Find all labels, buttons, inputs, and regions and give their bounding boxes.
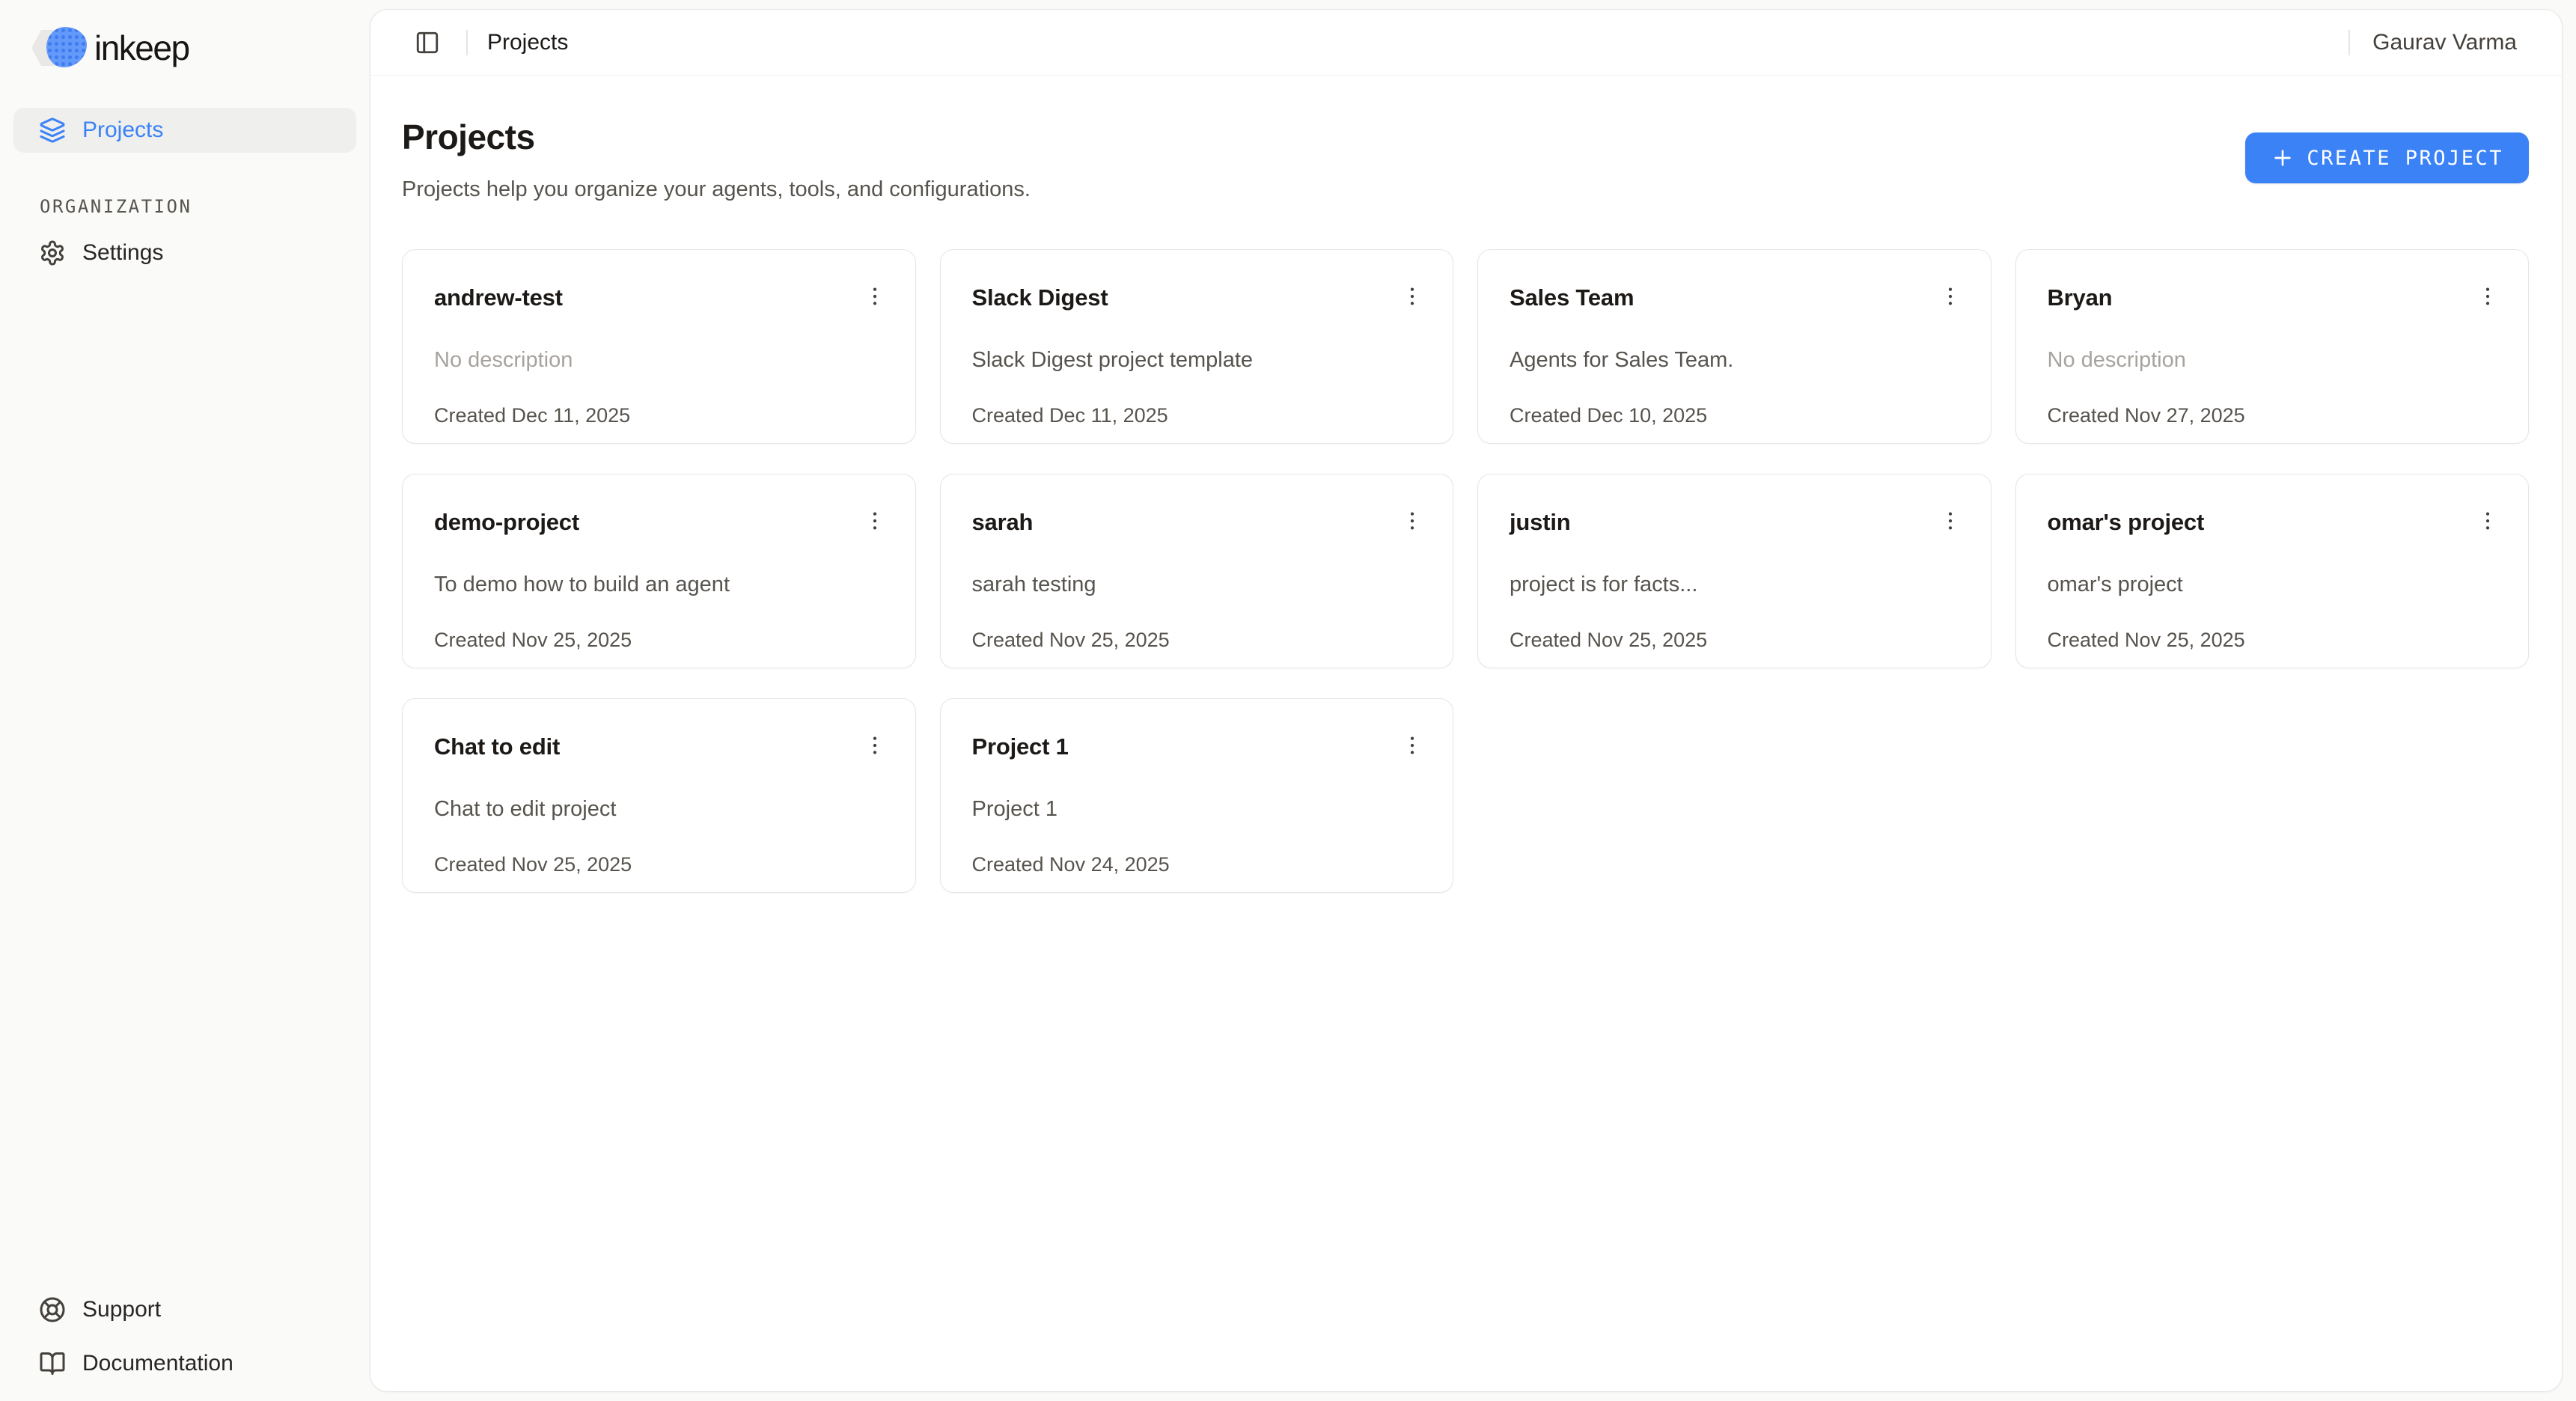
project-menu-button[interactable] xyxy=(857,503,893,539)
project-created-date: Created Nov 25, 2025 xyxy=(434,629,893,652)
life-buoy-icon xyxy=(39,1296,66,1323)
project-card[interactable]: Chat to edit Chat to edit project Create… xyxy=(402,698,916,893)
project-card[interactable]: omar's project omar's project Created No… xyxy=(2015,474,2530,668)
sidebar-item-projects[interactable]: Projects xyxy=(13,108,356,153)
kebab-icon xyxy=(1400,284,1424,308)
panel-left-icon xyxy=(415,30,440,55)
kebab-icon xyxy=(863,733,887,757)
project-name: sarah xyxy=(972,507,1034,537)
project-created-date: Created Nov 24, 2025 xyxy=(972,853,1431,876)
app-root: inkeep Projects ORGANIZATION xyxy=(0,0,2576,1401)
project-menu-button[interactable] xyxy=(1394,727,1430,763)
project-created-date: Created Nov 25, 2025 xyxy=(434,853,893,876)
project-name: Chat to edit xyxy=(434,732,560,762)
separator xyxy=(2348,30,2350,55)
book-open-icon xyxy=(39,1350,66,1377)
project-card[interactable]: Slack Digest Slack Digest project templa… xyxy=(940,249,1454,444)
project-name: Project 1 xyxy=(972,732,1069,762)
sidebar-section-organization: ORGANIZATION xyxy=(40,196,370,217)
sidebar-item-documentation[interactable]: Documentation xyxy=(13,1341,356,1386)
main-panel: Projects Gaurav Varma Projects Projects … xyxy=(370,9,2563,1392)
layers-icon xyxy=(39,117,66,144)
sidebar-footer: Support Documentation xyxy=(0,1287,370,1391)
create-project-label: CREATE PROJECT xyxy=(2307,147,2503,170)
project-description: project is for facts... xyxy=(1510,572,1968,597)
page-subtitle: Projects help you organize your agents, … xyxy=(402,176,1031,203)
project-menu-button[interactable] xyxy=(2470,503,2506,539)
project-created-date: Created Dec 11, 2025 xyxy=(434,404,893,427)
project-created-date: Created Nov 27, 2025 xyxy=(2048,404,2506,427)
project-description: No description xyxy=(434,347,893,373)
project-card[interactable]: Sales Team Agents for Sales Team. Create… xyxy=(1477,249,1991,444)
project-description: No description xyxy=(2048,347,2506,373)
project-card[interactable]: demo-project To demo how to build an age… xyxy=(402,474,916,668)
sidebar-item-label: Settings xyxy=(82,240,163,266)
inkeep-logo-icon xyxy=(31,27,85,69)
project-description: To demo how to build an agent xyxy=(434,572,893,597)
project-menu-button[interactable] xyxy=(857,727,893,763)
project-card[interactable]: Bryan No description Created Nov 27, 202… xyxy=(2015,249,2530,444)
project-card[interactable]: sarah sarah testing Created Nov 25, 2025 xyxy=(940,474,1454,668)
sidebar-item-support[interactable]: Support xyxy=(13,1287,356,1332)
project-created-date: Created Dec 10, 2025 xyxy=(1510,404,1968,427)
brand-logo: inkeep xyxy=(0,21,370,69)
brand-name: inkeep xyxy=(94,28,189,68)
project-menu-button[interactable] xyxy=(1932,503,1968,539)
project-card[interactable]: Project 1 Project 1 Created Nov 24, 2025 xyxy=(940,698,1454,893)
sidebar-nav: Projects ORGANIZATION Settings xyxy=(0,108,370,275)
kebab-icon xyxy=(863,509,887,533)
topbar: Projects Gaurav Varma xyxy=(370,10,2562,76)
project-created-date: Created Nov 25, 2025 xyxy=(1510,629,1968,652)
sidebar-item-settings[interactable]: Settings xyxy=(13,231,356,275)
project-created-date: Created Nov 25, 2025 xyxy=(972,629,1431,652)
gear-icon xyxy=(39,239,66,266)
page-header: Projects Projects help you organize your… xyxy=(370,76,2562,203)
kebab-icon xyxy=(1938,509,1962,533)
project-name: andrew-test xyxy=(434,283,563,313)
page-title: Projects xyxy=(402,117,1031,156)
project-description: omar's project xyxy=(2048,572,2506,597)
project-name: justin xyxy=(1510,507,1570,537)
breadcrumb: Projects xyxy=(487,30,568,55)
project-name: Sales Team xyxy=(1510,283,1634,313)
kebab-icon xyxy=(1400,509,1424,533)
project-menu-button[interactable] xyxy=(1932,278,1968,314)
kebab-icon xyxy=(1938,284,1962,308)
separator xyxy=(466,30,468,55)
project-name: omar's project xyxy=(2048,507,2205,537)
project-created-date: Created Dec 11, 2025 xyxy=(972,404,1431,427)
project-menu-button[interactable] xyxy=(1394,278,1430,314)
project-description: Project 1 xyxy=(972,796,1431,822)
kebab-icon xyxy=(2476,284,2500,308)
project-menu-button[interactable] xyxy=(2470,278,2506,314)
project-menu-button[interactable] xyxy=(857,278,893,314)
project-menu-button[interactable] xyxy=(1394,503,1430,539)
project-card[interactable]: justin project is for facts... Created N… xyxy=(1477,474,1991,668)
kebab-icon xyxy=(1400,733,1424,757)
project-name: Bryan xyxy=(2048,283,2113,313)
sidebar: inkeep Projects ORGANIZATION xyxy=(0,0,370,1401)
kebab-icon xyxy=(863,284,887,308)
project-name: Slack Digest xyxy=(972,283,1108,313)
projects-grid: andrew-test No description Created Dec 1… xyxy=(370,203,2562,938)
project-description: sarah testing xyxy=(972,572,1431,597)
sidebar-item-label: Support xyxy=(82,1297,161,1322)
plus-icon xyxy=(2271,146,2295,170)
page-content: Projects Projects help you organize your… xyxy=(370,76,2562,1391)
sidebar-toggle-button[interactable] xyxy=(408,23,447,62)
user-menu[interactable]: Gaurav Varma xyxy=(2369,30,2520,55)
kebab-icon xyxy=(2476,509,2500,533)
sidebar-item-label: Documentation xyxy=(82,1351,234,1376)
project-card[interactable]: andrew-test No description Created Dec 1… xyxy=(402,249,916,444)
project-description: Chat to edit project xyxy=(434,796,893,822)
project-description: Agents for Sales Team. xyxy=(1510,347,1968,373)
create-project-button[interactable]: CREATE PROJECT xyxy=(2245,132,2529,183)
sidebar-item-label: Projects xyxy=(82,117,163,143)
project-description: Slack Digest project template xyxy=(972,347,1431,373)
project-name: demo-project xyxy=(434,507,579,537)
project-created-date: Created Nov 25, 2025 xyxy=(2048,629,2506,652)
